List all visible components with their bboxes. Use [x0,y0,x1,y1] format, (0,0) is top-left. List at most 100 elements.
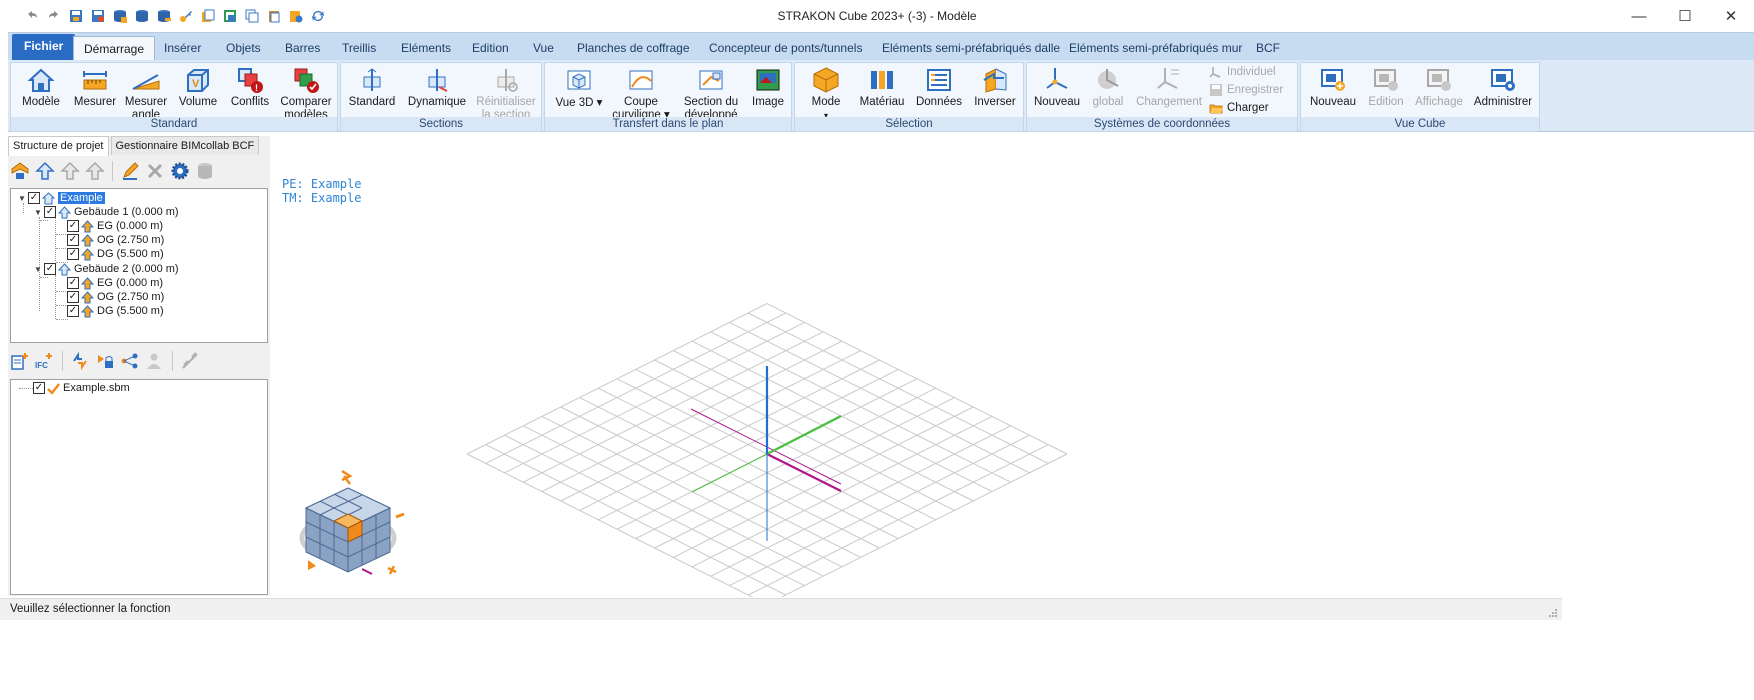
lock-icon[interactable] [95,350,115,372]
tree-level[interactable]: ✓ DG (5.500 m) [67,247,164,261]
section-dynamique-button[interactable]: Dynamique [405,63,469,109]
tab-edition[interactable]: Edition [470,36,511,61]
reinitialiser-section-button[interactable]: Réinitialiser la section [473,63,539,122]
tab-planches-de-coffrage[interactable]: Planches de coffrage [575,36,692,61]
files-toolbar: IFC [10,350,200,372]
mode-button[interactable]: Mode ▾ [801,63,851,122]
section-standard-button[interactable]: Standard [343,63,401,109]
close-button[interactable]: ✕ [1708,0,1754,32]
update-icon[interactable] [70,350,90,372]
view3d-icon [564,66,594,94]
angle-icon [131,66,161,94]
expand-all-icon[interactable] [10,160,30,182]
cube-nouveau-button[interactable]: Nouveau [1305,63,1361,109]
checkbox[interactable]: ✓ [67,234,79,246]
cube-edition-button[interactable]: Edition [1363,63,1409,109]
user-check-icon[interactable] [145,350,165,372]
tab-gestionnaire-bcf[interactable]: Gestionnaire BIMcollab BCF [110,136,260,155]
group-label-selection: Sélection [795,117,1023,131]
tab-objets[interactable]: Objets [224,36,263,61]
checkbox[interactable]: ✓ [67,220,79,232]
coords-enregistrer-button[interactable]: Enregistrer [1209,81,1283,99]
tree-level[interactable]: ✓ EG (0.000 m) [67,219,163,233]
database-disabled-icon[interactable] [195,160,215,182]
unlink-icon[interactable] [180,350,200,372]
tree-level[interactable]: ✓ DG (5.500 m) [67,304,164,318]
title-bar: STRAKON Cube 2023+ (-3) - Modèle — ☐ ✕ [0,0,1754,32]
share-icon[interactable] [120,350,140,372]
arrow-up-level-icon[interactable] [85,160,105,182]
coupe-curviligne-button[interactable]: Coupe curviligne ▾ [611,63,671,122]
cube-affichage-button[interactable]: Affichage [1411,63,1467,109]
mesurer-button[interactable]: Mesurer [69,63,121,109]
materiau-button[interactable]: Matériau [855,63,909,109]
checkbox[interactable]: ✓ [67,291,79,303]
file-item[interactable]: ✓ Example.sbm [33,381,130,395]
tab-bcf[interactable]: BCF [1254,36,1282,61]
arrow-up-icon[interactable] [35,160,55,182]
arrow-up-disabled-icon[interactable] [60,160,80,182]
status-text: Veuillez sélectionner la fonction [10,603,171,615]
tab-elements[interactable]: Eléments [399,36,453,61]
delete-icon[interactable] [145,160,165,182]
checkbox[interactable]: ✓ [44,263,56,275]
tree-building-1[interactable]: ▼ ✓ Gebäude 1 (0.000 m) [33,205,179,219]
conflits-button[interactable]: ! Conflits [225,63,275,109]
comparer-modeles-button[interactable]: Comparer modèles [277,63,335,122]
tree-level[interactable]: ✓ OG (2.750 m) [67,233,164,247]
coords-nouveau-button[interactable]: Nouveau [1031,63,1083,109]
inverser-button[interactable]: Inverser [969,63,1021,109]
tab-file[interactable]: Fichier [12,34,76,60]
checkbox[interactable]: ✓ [44,206,56,218]
group-vue-cube: Nouveau Edition Affichage Administrer Vu… [1300,62,1540,132]
image-button[interactable]: Image [747,63,789,109]
add-model-icon[interactable] [10,350,30,372]
add-ifc-icon[interactable]: IFC [35,350,55,372]
mesurer-angle-button[interactable]: Mesurer angle [121,63,171,122]
donnees-button[interactable]: Données [911,63,967,109]
section-developpe-button[interactable]: Section du développé [677,63,745,122]
tree-level[interactable]: ✓ OG (2.750 m) [67,290,164,304]
resize-grip-icon[interactable] [1548,608,1558,618]
model-canvas [299,303,1068,597]
collapse-icon[interactable]: ▼ [33,264,43,274]
modele-button[interactable]: Modèle [15,63,67,109]
collapse-icon[interactable]: ▼ [33,207,43,217]
tab-structure-projet[interactable]: Structure de projet [8,136,109,156]
vue-3d-button[interactable]: Vue 3D ▾ [549,63,609,110]
tab-inserer[interactable]: Insérer [162,36,203,61]
project-icon [42,191,55,205]
tree-building-2[interactable]: ▼ ✓ Gebäude 2 (0.000 m) [33,262,179,276]
coords-global-button[interactable]: global [1087,63,1129,109]
tab-semi-prefabriques-mur[interactable]: Eléments semi-préfabriqués mur [1067,36,1244,61]
tab-demarrage[interactable]: Démarrage [73,36,156,61]
volume-button[interactable]: V Volume [173,63,223,109]
3d-viewport[interactable]: PE: Example TM: Example [274,136,1554,597]
pencil-icon[interactable] [120,160,140,182]
tab-barres[interactable]: Barres [283,36,322,61]
coords-charger-button[interactable]: Charger [1209,99,1269,117]
collapse-icon[interactable]: ▼ [17,193,27,203]
coords-changement-button[interactable]: Changement [1133,63,1205,109]
view-cube[interactable] [299,469,405,575]
tab-semi-prefabriques-dalle[interactable]: Eléments semi-préfabriqués dalle [880,36,1062,61]
gear-icon[interactable] [170,160,190,182]
checkbox[interactable]: ✓ [67,305,79,317]
tree-root[interactable]: ▼ ✓ Example [17,191,105,205]
cube-administrer-button[interactable]: Administrer [1469,63,1537,109]
tab-vue[interactable]: Vue [531,36,556,61]
section-reset-icon [491,66,521,94]
tab-concepteur-ponts-tunnels[interactable]: Concepteur de ponts/tunnels [707,36,864,61]
minimize-button[interactable]: — [1616,0,1662,32]
group-label-sections: Sections [341,117,541,131]
maximize-button[interactable]: ☐ [1662,0,1708,32]
tree-level[interactable]: ✓ EG (0.000 m) [67,276,163,290]
checkbox[interactable]: ✓ [28,192,40,204]
checkbox[interactable]: ✓ [67,277,79,289]
checkbox[interactable]: ✓ [33,382,45,394]
svg-text:!: ! [255,83,258,93]
coords-individuel-button[interactable]: Individuel [1209,63,1276,81]
tab-treillis[interactable]: Treillis [340,36,378,61]
checkbox[interactable]: ✓ [67,248,79,260]
building-icon [58,262,71,276]
